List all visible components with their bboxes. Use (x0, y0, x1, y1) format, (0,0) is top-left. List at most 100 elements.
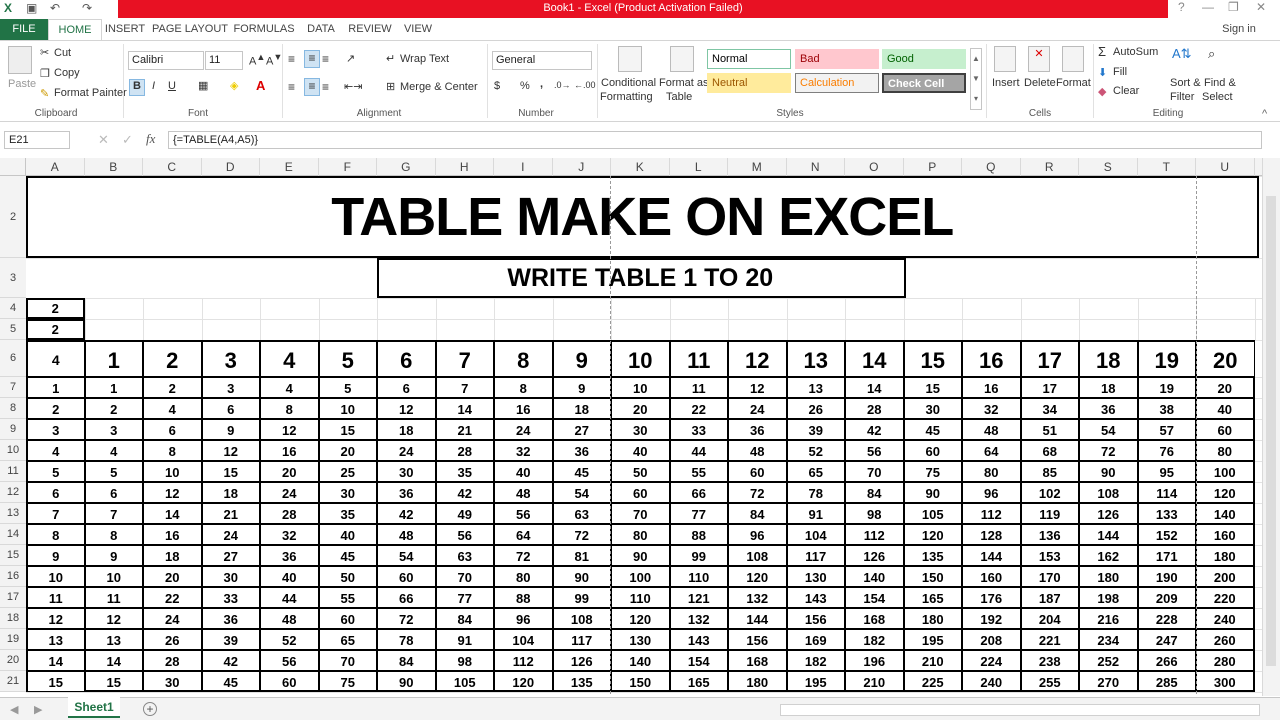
table-cell[interactable]: 40 (1196, 398, 1255, 419)
table-cell[interactable]: 90 (377, 671, 436, 692)
table-cell[interactable]: 12 (84, 608, 143, 629)
table-cell[interactable]: 18 (1079, 377, 1138, 398)
table-cell[interactable]: 44 (260, 587, 319, 608)
row-header-16[interactable]: 16 (0, 566, 26, 587)
fill-color-icon[interactable]: ◈ (230, 79, 238, 92)
table-cell[interactable]: 1 (84, 377, 143, 398)
table-cell[interactable]: 221 (1020, 629, 1079, 650)
table-cell[interactable]: 54 (552, 482, 611, 503)
table-cell[interactable]: 168 (728, 650, 787, 671)
row-header-18[interactable]: 18 (0, 608, 26, 629)
table-cell[interactable]: 80 (962, 461, 1021, 482)
table-cell[interactable]: 24 (260, 482, 319, 503)
table-cell[interactable]: 28 (435, 440, 494, 461)
table-cell[interactable]: 38 (1137, 398, 1196, 419)
table-cell[interactable]: 24 (377, 440, 436, 461)
table-cell[interactable]: 136 (1020, 524, 1079, 545)
table-cell[interactable]: 120 (611, 608, 670, 629)
table-cell[interactable]: 51 (1020, 419, 1079, 440)
table-cell[interactable]: 85 (1020, 461, 1079, 482)
table-cell[interactable]: 198 (1079, 587, 1138, 608)
row-label-cell[interactable]: 1 (26, 377, 85, 398)
table-cell[interactable]: 63 (435, 545, 494, 566)
find-select-button-line2[interactable]: Select (1202, 91, 1233, 103)
find-select-button[interactable]: Find & (1204, 77, 1236, 89)
header-cell[interactable]: 16 (962, 340, 1021, 377)
table-cell[interactable]: 91 (786, 503, 845, 524)
orientation-icon[interactable]: ↗ (346, 52, 355, 65)
table-cell[interactable]: 60 (260, 671, 319, 692)
table-cell[interactable]: 144 (962, 545, 1021, 566)
table-cell[interactable]: 80 (611, 524, 670, 545)
format-as-table-button[interactable]: Format as (659, 77, 709, 89)
cell-style-check-cell[interactable]: Check Cell (882, 73, 966, 93)
table-cell[interactable]: 100 (1196, 461, 1255, 482)
table-cell[interactable]: 42 (435, 482, 494, 503)
header-cell[interactable]: 11 (669, 340, 728, 377)
table-cell[interactable]: 24 (494, 419, 553, 440)
table-cell[interactable]: 104 (494, 629, 553, 650)
table-cell[interactable]: 50 (611, 461, 670, 482)
table-cell[interactable]: 154 (845, 587, 904, 608)
column-header-h[interactable]: H (436, 158, 494, 176)
table-cell[interactable]: 143 (786, 587, 845, 608)
table-cell[interactable]: 120 (903, 524, 962, 545)
table-cell[interactable]: 30 (611, 419, 670, 440)
table-cell[interactable]: 104 (786, 524, 845, 545)
table-cell[interactable]: 126 (845, 545, 904, 566)
row-header-19[interactable]: 19 (0, 629, 26, 650)
table-cell[interactable]: 144 (1079, 524, 1138, 545)
table-cell[interactable]: 300 (1196, 671, 1255, 692)
header-cell[interactable]: 8 (494, 340, 553, 377)
table-cell[interactable]: 28 (143, 650, 202, 671)
row-header-12[interactable]: 12 (0, 482, 26, 503)
table-cell[interactable]: 96 (728, 524, 787, 545)
table-cell[interactable]: 10 (84, 566, 143, 587)
table-cell[interactable]: 60 (1196, 419, 1255, 440)
table-cell[interactable]: 112 (494, 650, 553, 671)
table-cell[interactable]: 98 (845, 503, 904, 524)
table-cell[interactable]: 56 (435, 524, 494, 545)
tab-review[interactable]: REVIEW (346, 18, 394, 40)
table-cell[interactable]: 5 (318, 377, 377, 398)
table-cell[interactable]: 252 (1079, 650, 1138, 671)
conditional-formatting-button[interactable]: Conditional (601, 77, 656, 89)
merge-center-icon[interactable]: ⊞ (386, 80, 395, 93)
table-cell[interactable]: 190 (1137, 566, 1196, 587)
font-color-icon[interactable]: A (256, 78, 265, 93)
table-cell[interactable]: 220 (1196, 587, 1255, 608)
table-cell[interactable]: 126 (552, 650, 611, 671)
table-cell[interactable]: 35 (435, 461, 494, 482)
column-header-l[interactable]: L (670, 158, 728, 176)
table-cell[interactable]: 156 (728, 629, 787, 650)
table-cell[interactable]: 12 (201, 440, 260, 461)
table-cell[interactable]: 6 (201, 398, 260, 419)
header-cell[interactable]: 1 (84, 340, 143, 377)
row-header-3[interactable]: 3 (0, 258, 26, 298)
header-cell[interactable]: 3 (201, 340, 260, 377)
tab-home[interactable]: HOME (48, 19, 102, 40)
table-cell[interactable]: 6 (84, 482, 143, 503)
table-cell[interactable]: 105 (435, 671, 494, 692)
table-cell[interactable]: 144 (728, 608, 787, 629)
table-cell[interactable]: 60 (611, 482, 670, 503)
table-cell[interactable]: 14 (435, 398, 494, 419)
table-cell[interactable]: 8 (260, 398, 319, 419)
table-cell[interactable]: 162 (1079, 545, 1138, 566)
table-cell[interactable]: 200 (1196, 566, 1255, 587)
table-cell[interactable]: 34 (1020, 398, 1079, 419)
header-cell[interactable]: 19 (1137, 340, 1196, 377)
table-cell[interactable]: 3 (201, 377, 260, 398)
table-cell[interactable]: 180 (903, 608, 962, 629)
column-header-m[interactable]: M (728, 158, 787, 176)
conditional-formatting-icon[interactable] (618, 46, 642, 72)
header-cell[interactable]: 7 (435, 340, 494, 377)
table-cell[interactable]: 90 (552, 566, 611, 587)
table-cell[interactable]: 96 (494, 608, 553, 629)
table-cell[interactable]: 72 (728, 482, 787, 503)
table-cell[interactable]: 84 (435, 608, 494, 629)
table-cell[interactable]: 84 (845, 482, 904, 503)
row-label-cell[interactable]: 11 (26, 587, 85, 608)
table-cell[interactable]: 22 (669, 398, 728, 419)
table-cell[interactable]: 52 (260, 629, 319, 650)
